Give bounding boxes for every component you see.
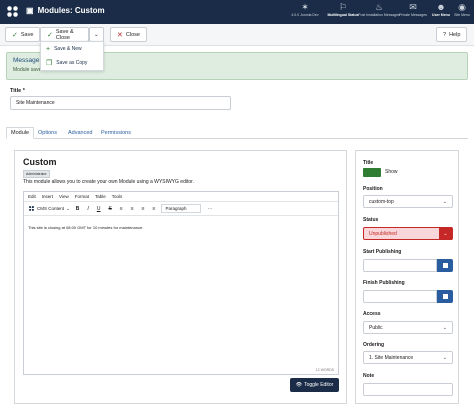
menu-edit[interactable]: Edit — [28, 194, 36, 199]
page-title: ▣ Modules: Custom — [26, 6, 105, 15]
top-header: ▣ Modules: Custom ✶ 4.0.0 Joomla Dev ⚐ M… — [0, 0, 474, 24]
menu-insert[interactable]: Insert — [42, 194, 53, 199]
module-description: This module allows you to create your ow… — [23, 179, 194, 185]
chevron-down-icon: ⌄ — [66, 205, 70, 211]
module-type-title: Custom — [23, 157, 57, 167]
show-title-toggle[interactable] — [363, 168, 381, 177]
more-icon[interactable]: ⋯ — [205, 206, 214, 212]
joomla-icon — [29, 206, 34, 211]
chevron-down-icon: ⌄ — [442, 354, 447, 361]
module-panel: Custom Administrator This module allows … — [14, 150, 347, 404]
language-icon: ⚐ — [338, 2, 348, 12]
menu-tools[interactable]: Tools — [112, 194, 123, 199]
cms-content-button[interactable]: CMS Content ⌄ — [28, 205, 70, 212]
save-new-menu-item[interactable]: + Save & New — [41, 42, 103, 56]
align-right-icon[interactable]: ≡ — [140, 206, 147, 212]
bold-icon[interactable]: B — [74, 206, 82, 212]
status-select[interactable]: Unpublished ⌄ — [363, 227, 453, 240]
tab-advanced[interactable]: Advanced — [68, 127, 92, 139]
check-icon: ✓ — [47, 31, 53, 39]
close-icon: ✕ — [117, 31, 123, 39]
module-sidebar: Title Show Position custom-top ⌄ Status … — [355, 150, 459, 404]
menu-table[interactable]: Table — [95, 194, 106, 199]
start-publishing-input[interactable] — [363, 259, 437, 272]
chevron-down-icon: ⌄ — [94, 31, 99, 38]
site-menu-link[interactable]: ◉ Site Menu — [440, 1, 474, 17]
menu-view[interactable]: View — [59, 194, 69, 199]
note-label: Note — [363, 373, 375, 379]
bell-icon: ♨ — [374, 2, 384, 12]
save-options-toggle[interactable]: ⌄ — [89, 27, 104, 42]
envelope-icon: ✉ — [409, 2, 417, 12]
access-label: Access — [363, 311, 381, 317]
ordering-select[interactable]: 1. Site Maintenance ⌄ — [363, 351, 453, 364]
title-label: Title * — [10, 88, 25, 94]
strikethrough-icon[interactable]: S — [106, 206, 113, 212]
tab-module[interactable]: Module — [6, 127, 35, 139]
italic-icon[interactable]: I — [85, 206, 90, 212]
message-heading: Message — [13, 57, 40, 64]
menu-format[interactable]: Format — [75, 194, 89, 199]
save-copy-menu-item[interactable]: ❐ Save as Copy — [41, 56, 103, 70]
word-count: 12 WORDS — [315, 368, 334, 372]
position-label: Position — [363, 186, 383, 192]
editor-content[interactable]: This site is closing at 08:00 GMT for 10… — [28, 225, 143, 230]
editor-menubar: Edit Insert View Format Table Tools — [24, 192, 338, 202]
align-justify-icon[interactable]: ≡ — [151, 206, 158, 212]
joomla-icon: ✶ — [301, 2, 309, 12]
ordering-label: Ordering — [363, 342, 385, 348]
note-input[interactable] — [363, 383, 453, 396]
module-cube-icon: ▣ — [26, 6, 34, 15]
finish-publishing-label: Finish Publishing — [363, 280, 405, 286]
finish-publishing-input[interactable] — [363, 290, 437, 303]
status-label: Status — [363, 217, 379, 223]
calendar-icon — [442, 294, 448, 299]
wysiwyg-editor: Edit Insert View Format Table Tools CMS … — [23, 191, 339, 375]
help-button[interactable]: ? Help — [436, 27, 468, 42]
save-options-dropdown: + Save & New ❐ Save as Copy — [40, 41, 104, 71]
chevron-down-icon: ⌄ — [442, 324, 447, 331]
format-select[interactable]: Paragraph — [161, 204, 202, 213]
show-text: Show — [385, 169, 398, 175]
toggle-editor-button[interactable]: 👁 Toggle Editor — [290, 378, 339, 392]
eye-icon: 👁 — [295, 382, 303, 388]
start-calendar-button[interactable] — [437, 259, 453, 272]
position-select[interactable]: custom-top ⌄ — [363, 195, 453, 208]
title-input[interactable]: Site Maintenance — [10, 96, 231, 110]
underline-icon[interactable]: U — [95, 206, 103, 212]
finish-calendar-button[interactable] — [437, 290, 453, 303]
align-left-icon[interactable]: ≡ — [118, 206, 125, 212]
close-button[interactable]: ✕ Close — [110, 27, 147, 42]
start-publishing-label: Start Publishing — [363, 249, 402, 255]
copy-icon: ❐ — [46, 60, 53, 67]
save-close-button[interactable]: ✓ Save & Close — [40, 27, 89, 42]
chevron-down-icon: ⌄ — [442, 198, 447, 205]
plus-icon: + — [46, 45, 51, 53]
show-title-label: Title — [363, 160, 374, 166]
access-select[interactable]: Public ⌄ — [363, 321, 453, 334]
editor-toolbar: CMS Content ⌄ B I U S ≡ ≡ ≡ ≡ Paragraph … — [24, 202, 338, 216]
align-center-icon[interactable]: ≡ — [129, 206, 136, 212]
question-icon: ? — [443, 31, 447, 38]
calendar-icon — [442, 263, 448, 268]
chevron-down-icon: ⌄ — [439, 227, 452, 240]
joomla-logo-icon[interactable] — [5, 4, 20, 19]
tab-permissions[interactable]: Permissions — [101, 127, 131, 139]
client-badge: Administrator — [23, 170, 50, 178]
globe-icon: ◉ — [458, 2, 466, 12]
check-icon: ✓ — [12, 31, 18, 39]
tab-options[interactable]: Options — [38, 127, 57, 139]
tab-bar: Module Options Advanced Permissions — [6, 127, 468, 139]
save-button[interactable]: ✓ Save — [5, 27, 41, 42]
